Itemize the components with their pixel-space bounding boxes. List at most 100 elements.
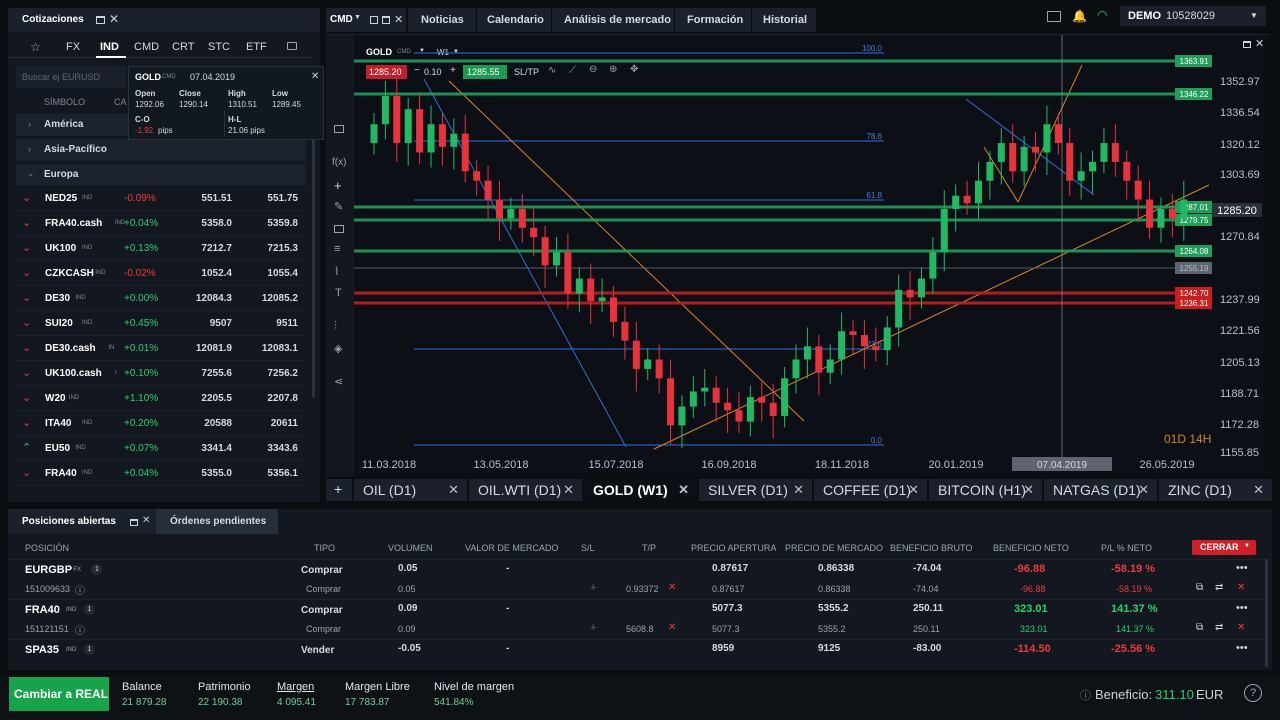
position-row[interactable]: FRA40 IND 1 Comprar 0.09 - 5077.3 5355.2 250.11 3… [8,599,1264,619]
nav-historial[interactable]: Historial [752,8,816,32]
nav-calendario[interactable]: Calendario [477,8,551,32]
position-detail-row[interactable]: 151009633 ⓘ Comprar 0.05 +0.93372 ✕ 0.87617 0.8… [8,579,1264,599]
favorites-star-icon[interactable]: ☆ [30,40,41,54]
instrument-tab[interactable]: OIL.WTI (D1) ✕ [469,479,583,501]
quote-row[interactable]: ⌄ NED25 IND -0.09% 551.51 551.75 [16,186,306,211]
reverse-icon[interactable]: ⇄ [1215,622,1223,633]
quote-ask[interactable]: 12085.2 [262,293,298,304]
quote-bid[interactable]: 12084.3 [196,293,232,304]
bell-icon[interactable]: 🔔 [1072,9,1087,23]
popup-close-icon[interactable]: ✕ [311,71,319,82]
copy-icon[interactable]: ⧉ [1196,622,1203,633]
quote-bid[interactable]: 2205.5 [201,393,232,404]
copy-icon[interactable]: ⧉ [1196,582,1203,593]
detail-tp[interactable]: 5608.8 [626,624,654,634]
quote-ask[interactable]: 7215.3 [267,243,298,254]
quote-bid[interactable]: 12081.9 [196,343,232,354]
nav-analisis[interactable]: Análisis de mercado [552,8,674,32]
remove-tp-icon[interactable]: ✕ [668,582,676,593]
cmd-menu[interactable]: CMD ▼ ✕ [326,8,406,32]
close-tab-icon[interactable]: ✕ [563,482,574,498]
help-icon[interactable]: ? [1244,684,1262,702]
quote-row[interactable]: ⌄ UK100 IND +0.13% 7212.7 7215.3 [16,236,306,261]
region-europe[interactable]: ⌄ Europa [16,164,306,186]
quote-bid[interactable]: 3341.4 [201,443,232,454]
position-row[interactable]: EURGBP FX 1 Comprar 0.05 - 0.87617 0.86338 -74.0… [8,559,1264,579]
close-tab-icon[interactable]: ✕ [793,482,804,498]
close-position-icon[interactable]: ✕ [1237,582,1245,593]
tab-cmd[interactable]: CMD [134,41,159,53]
instrument-tab[interactable]: SILVER (D1) ✕ [699,479,813,501]
quote-row[interactable]: ⌄ UK100.cash I +0.10% 7255.6 7256.2 [16,361,306,386]
rectangle-icon[interactable] [334,225,344,233]
instrument-tab[interactable]: BITCOIN (H1) ✕ [929,479,1043,501]
close-icon[interactable]: ✕ [394,13,403,26]
panel-icon[interactable] [334,125,344,133]
indicators-icon[interactable]: ⫶ [334,320,337,333]
quote-row[interactable]: ⌄ ITA40 IND +0.20% 20588 20611 [16,411,306,436]
quote-ask[interactable]: 9511 [276,318,298,329]
quote-ask[interactable]: 551.75 [267,193,298,204]
position-row[interactable]: SPA35 IND 1 Vender -0.05 - 8959 9125 -83.00 -114.… [8,639,1264,659]
reverse-icon[interactable]: ⇄ [1215,582,1223,593]
quote-ask[interactable]: 2207.8 [267,393,298,404]
close-tab-icon[interactable]: ✕ [1253,482,1264,498]
quotes-scrollbar[interactable] [312,108,315,398]
quote-ask[interactable]: 12083.1 [262,343,298,354]
tab-ind[interactable]: IND [100,41,119,53]
quote-bid[interactable]: 7212.7 [201,243,232,254]
pencil-icon[interactable]: ✎ [334,200,343,213]
tab-pending-orders[interactable]: Órdenes pendientes [156,509,278,534]
quote-row[interactable]: ⌄ DE30 IND +0.00% 12084.3 12085.2 [16,286,306,311]
quote-ask[interactable]: 5356.1 [267,468,298,479]
close-tab-icon[interactable]: ✕ [448,482,459,498]
window-icon[interactable] [130,519,138,526]
fx-icon[interactable]: f(x) [332,157,346,168]
close-all-button[interactable]: CERRAR ▼ [1192,540,1256,555]
window-icon[interactable] [382,16,390,24]
quote-bid[interactable]: 551.51 [201,193,232,204]
instrument-tab[interactable]: ZINC (D1) ✕ [1159,479,1273,501]
tab-open-positions[interactable]: Posiciones abiertas ✕ [8,509,156,534]
quote-row[interactable]: ⌄ FRA40.cash IND +0.04% 5358.0 5359.8 [16,211,306,236]
region-asia[interactable]: › Asia-Pacífico [16,139,306,161]
price-chart[interactable]: 100.078.661.823.60.01363.911346.221287.0… [354,35,1270,477]
detach-icon[interactable] [370,16,378,24]
quote-row[interactable]: ⌄ SUI20 IND +0.45% 9507 9511 [16,311,306,336]
quote-bid[interactable]: 5358.0 [201,218,232,229]
instrument-tab[interactable]: NATGAS (D1) ✕ [1044,479,1158,501]
share-icon[interactable]: ⋖ [334,375,343,388]
brush-icon[interactable]: ⌇ [334,265,339,278]
quote-row[interactable]: ⌄ CZKCASH IND -0.02% 1052.4 1055.4 [16,261,306,286]
close-position-icon[interactable]: ✕ [1237,622,1245,633]
quote-bid[interactable]: 1052.4 [201,268,232,279]
text-tool-icon[interactable]: T [335,287,342,299]
search-input[interactable]: Buscar ej EURUSD [16,66,126,88]
close-icon[interactable]: ✕ [142,515,150,526]
quote-ask[interactable]: 20611 [271,418,298,429]
more-options-icon[interactable]: ••• [1236,562,1248,574]
detail-tp[interactable]: 0.93372 [626,584,659,594]
quote-ask[interactable]: 3343.6 [267,443,298,454]
info-icon[interactable]: ⓘ [75,582,85,597]
nav-noticias[interactable]: Noticias [408,8,476,32]
instrument-tab[interactable]: OIL (D1) ✕ [354,479,468,501]
add-sl-icon[interactable]: + [590,582,596,594]
close-tab-icon[interactable]: ✕ [678,482,689,498]
position-detail-row[interactable]: 151121151 ⓘ Comprar 0.09 +5608.8 ✕ 5077.3 5355.… [8,619,1264,639]
quote-bid[interactable]: 20588 [204,418,232,429]
fibonacci-icon[interactable]: ≡ [334,243,340,255]
briefcase-icon[interactable] [287,42,297,50]
remove-tp-icon[interactable]: ✕ [668,622,676,633]
quote-bid[interactable]: 7255.6 [201,368,232,379]
positions-scrollbar[interactable] [1265,559,1268,667]
close-tab-icon[interactable]: ✕ [1023,482,1034,498]
account-selector[interactable]: DEMO 10528029 ▼ [1120,6,1266,26]
quote-row[interactable]: ⌄ W20 IND +1.10% 2205.5 2207.8 [16,386,306,411]
quote-bid[interactable]: 9507 [210,318,232,329]
tab-stc[interactable]: STC [208,41,230,53]
tab-etf[interactable]: ETF [246,41,267,53]
info-icon[interactable]: ⓘ [1080,687,1091,703]
crosshair-icon[interactable]: + [334,178,342,193]
nav-formacion[interactable]: Formación [675,8,751,32]
